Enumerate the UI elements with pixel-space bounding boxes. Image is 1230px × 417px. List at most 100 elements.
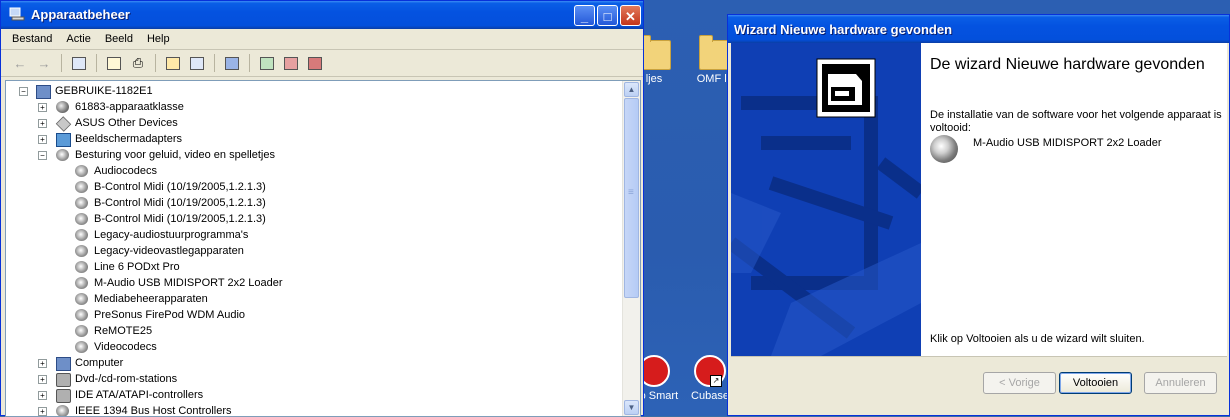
disable-device-icon[interactable] xyxy=(280,53,302,73)
toolbar: ← → ⎙ xyxy=(1,50,643,77)
expand-icon[interactable]: + xyxy=(38,359,47,368)
vertical-scrollbar[interactable]: ▲ ▼ xyxy=(622,81,640,416)
cubase-app-icon: ↗ xyxy=(694,355,726,387)
tree-device-item[interactable]: ReMOTE25 xyxy=(6,323,623,339)
update-driver-icon[interactable] xyxy=(256,53,278,73)
maximize-button[interactable]: □ xyxy=(597,5,618,26)
view-icon[interactable] xyxy=(186,53,208,73)
sound-device-icon xyxy=(75,181,88,193)
device-tree: − GEBRUIKE-1182E1 +61883-apparaatklasse + AS… xyxy=(6,81,623,417)
sound-device-icon xyxy=(75,213,88,225)
device-diamond-icon xyxy=(55,116,72,132)
back-arrow-icon[interactable]: ← xyxy=(9,53,31,73)
menu-help[interactable]: Help xyxy=(140,33,177,45)
tree-category[interactable]: + Computer xyxy=(6,355,623,371)
computer-icon xyxy=(56,357,71,371)
hardware-banner-graphic xyxy=(731,43,921,356)
sound-device-icon xyxy=(75,245,88,257)
tree-device-item[interactable]: Legacy-videovastlegapparaten xyxy=(6,243,623,259)
tree-item-label: Dvd-/cd-rom-stations xyxy=(75,373,178,385)
wizard-description: De installatie van de software voor het … xyxy=(930,109,1222,134)
back-button[interactable]: < Vorige xyxy=(983,372,1056,394)
tree-item-label: ReMOTE25 xyxy=(94,325,153,337)
computer-icon xyxy=(36,85,51,99)
tree-item-label: Legacy-videovastlegapparaten xyxy=(94,245,244,257)
expand-icon[interactable]: + xyxy=(38,407,47,416)
sound-icon xyxy=(56,149,69,161)
tree-device-item[interactable]: B-Control Midi (10/19/2005,1.2.1.3) xyxy=(6,179,623,195)
uninstall-device-icon[interactable] xyxy=(304,53,326,73)
sound-device-icon xyxy=(75,341,88,353)
tree-device-item[interactable]: Legacy-audiostuurprogramma's xyxy=(6,227,623,243)
toolbar-separator xyxy=(249,54,250,72)
tree-device-item[interactable]: B-Control Midi (10/19/2005,1.2.1.3) xyxy=(6,195,623,211)
tree-item-label: Computer xyxy=(75,357,124,369)
sound-device-icon xyxy=(75,293,88,305)
tree-item-label: Audiocodecs xyxy=(94,165,157,177)
tree-device-item[interactable]: M-Audio USB MIDISPORT 2x2 Loader xyxy=(6,275,623,291)
properties-icon[interactable] xyxy=(103,53,125,73)
print-icon[interactable]: ⎙ xyxy=(127,53,149,73)
help-icon[interactable] xyxy=(162,53,184,73)
tree-category[interactable]: + IDE ATA/ATAPI-controllers xyxy=(6,387,623,403)
menu-beeld[interactable]: Beeld xyxy=(98,33,140,45)
sound-device-icon xyxy=(75,229,88,241)
menu-bar: Bestand Actie Beeld Help xyxy=(1,29,643,50)
cancel-button[interactable]: Annuleren xyxy=(1144,372,1217,394)
sound-device-icon xyxy=(75,261,88,273)
scroll-down-arrow[interactable]: ▼ xyxy=(624,400,639,415)
scan-hardware-icon[interactable] xyxy=(221,53,243,73)
tree-item-label: 61883-apparaatklasse xyxy=(75,101,184,113)
tree-category[interactable]: + Dvd-/cd-rom-stations xyxy=(6,371,623,387)
device-manager-titlebar[interactable]: Apparaatbeheer _ □ ✕ xyxy=(1,1,643,29)
tree-item-label: B-Control Midi (10/19/2005,1.2.1.3) xyxy=(94,213,266,225)
expand-icon[interactable]: + xyxy=(38,391,47,400)
sound-device-icon xyxy=(75,309,88,321)
expand-icon[interactable]: + xyxy=(38,375,47,384)
tree-item-label: Line 6 PODxt Pro xyxy=(94,261,180,273)
device-class-icon xyxy=(56,101,69,113)
tree-device-item[interactable]: Videocodecs xyxy=(6,339,623,355)
tree-device-item[interactable]: Mediabeheerapparaten xyxy=(6,291,623,307)
close-button[interactable]: ✕ xyxy=(620,5,641,26)
forward-arrow-icon[interactable]: → xyxy=(33,53,55,73)
wizard-title: Wizard Nieuwe hardware gevonden xyxy=(734,22,953,37)
tree-item-label: Videocodecs xyxy=(94,341,157,353)
wizard-titlebar[interactable]: Wizard Nieuwe hardware gevonden xyxy=(728,15,1229,43)
ide-controller-icon xyxy=(56,389,71,403)
scroll-thumb[interactable] xyxy=(624,98,639,298)
minimize-button[interactable]: _ xyxy=(574,5,595,26)
tree-item-label: B-Control Midi (10/19/2005,1.2.1.3) xyxy=(94,197,266,209)
tree-item-label: IEEE 1394 Bus Host Controllers xyxy=(75,405,232,417)
ieee1394-icon xyxy=(56,405,69,416)
expand-icon[interactable]: + xyxy=(38,119,47,128)
scroll-up-arrow[interactable]: ▲ xyxy=(624,82,639,97)
display-adapter-icon xyxy=(56,133,71,147)
tree-item-label: Beeldschermadapters xyxy=(75,133,183,145)
collapse-icon[interactable]: − xyxy=(19,87,28,96)
tree-item-label: B-Control Midi (10/19/2005,1.2.1.3) xyxy=(94,181,266,193)
tree-device-item[interactable]: PreSonus FirePod WDM Audio xyxy=(6,307,623,323)
sound-device-icon xyxy=(75,325,88,337)
device-name: M-Audio USB MIDISPORT 2x2 Loader xyxy=(973,137,1162,149)
tree-category[interactable]: − Besturing voor geluid, video en spellet… xyxy=(6,147,623,163)
tree-root[interactable]: − GEBRUIKE-1182E1 xyxy=(6,83,623,99)
tree-category[interactable]: + IEEE 1394 Bus Host Controllers xyxy=(6,403,623,417)
tree-device-item[interactable]: B-Control Midi (10/19/2005,1.2.1.3) xyxy=(6,211,623,227)
device-manager-window: Apparaatbeheer _ □ ✕ Bestand Actie Beeld… xyxy=(0,0,644,417)
tree-category[interactable]: + ASUS Other Devices xyxy=(6,115,623,132)
wizard-heading: De wizard Nieuwe hardware gevonden xyxy=(930,56,1205,73)
console-tree-toggle-icon[interactable] xyxy=(68,53,90,73)
wizard-button-bar: < Vorige Voltooien Annuleren xyxy=(731,356,1227,415)
tree-category[interactable]: + Beeldschermadapters xyxy=(6,131,623,147)
expand-icon[interactable]: + xyxy=(38,135,47,144)
menu-actie[interactable]: Actie xyxy=(59,33,97,45)
expand-icon[interactable]: + xyxy=(38,103,47,112)
tree-device-item[interactable]: Line 6 PODxt Pro xyxy=(6,259,623,275)
finish-button[interactable]: Voltooien xyxy=(1059,372,1132,394)
tree-category[interactable]: +61883-apparaatklasse xyxy=(6,99,623,115)
menu-bestand[interactable]: Bestand xyxy=(5,33,59,45)
tree-device-item[interactable]: Audiocodecs xyxy=(6,163,623,179)
collapse-icon[interactable]: − xyxy=(38,151,47,160)
speaker-icon xyxy=(930,135,958,163)
